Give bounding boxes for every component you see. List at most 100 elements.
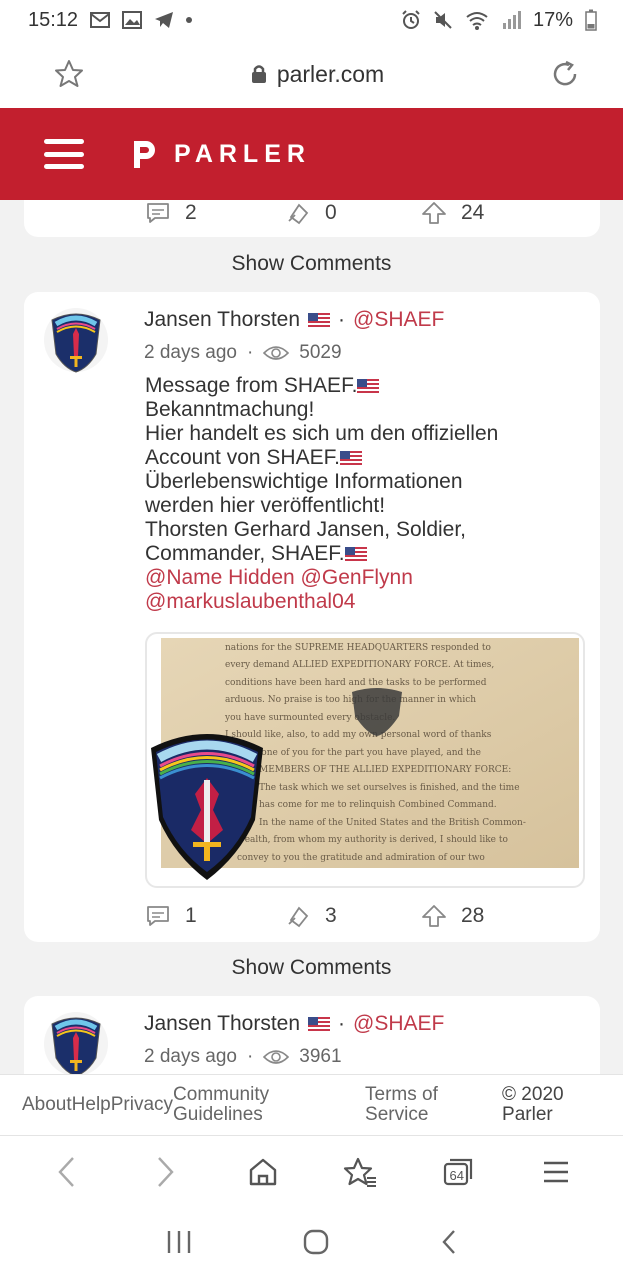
lock-icon: [251, 65, 266, 83]
footer-link-community-guidelines[interactable]: Community Guidelines: [173, 1085, 365, 1125]
home-icon: [249, 1158, 276, 1186]
image-text-line: In the name of the United States and the…: [259, 818, 526, 828]
back-chevron-icon: [441, 1229, 455, 1254]
wifi-icon: [466, 12, 488, 30]
brand-name: PARLER: [174, 139, 311, 168]
tabs-button[interactable]: 64: [432, 1146, 484, 1198]
browser-url-bar: parler.com: [0, 40, 623, 108]
menu-button[interactable]: [530, 1146, 582, 1198]
home-system-button[interactable]: [302, 1228, 330, 1261]
browser-toolbar: 64: [0, 1136, 623, 1208]
bookmark-star-icon[interactable]: [52, 57, 86, 91]
post-text-line: Hier handelt es sich um den offiziellen: [145, 422, 499, 445]
footer-link-text: Community: [173, 1084, 270, 1105]
image-text-line: every demand ALLIED EXPEDITIONARY FORCE.…: [225, 660, 494, 670]
upvote-button[interactable]: 24: [421, 201, 484, 225]
copyright-text: © 2020: [502, 1084, 564, 1105]
hamburger-menu-icon[interactable]: [44, 139, 84, 169]
post-body: Message from SHAEF. Bekanntmachung! Hier…: [145, 374, 585, 614]
post-card-partial: 2 0 24: [24, 200, 600, 237]
mention-link[interactable]: @markuslaubenthal04: [145, 590, 585, 614]
post-card: Jansen Thorsten · @SHAEF 2 days ago · 50…: [24, 292, 600, 942]
parler-p-icon: [134, 141, 155, 168]
comment-icon: [147, 203, 169, 223]
back-system-button[interactable]: [439, 1228, 459, 1261]
home-circle-icon: [303, 1229, 328, 1254]
us-flag-icon: [339, 451, 362, 466]
comment-button[interactable]: 1: [145, 904, 285, 928]
gmail-icon: [90, 12, 111, 28]
bookmarks-star-icon: [344, 1157, 377, 1187]
signal-icon: [502, 11, 521, 29]
back-button[interactable]: [41, 1146, 93, 1198]
footer-link-text: Terms of: [365, 1084, 438, 1105]
image-text-line: convey to you the gratitude and admirati…: [237, 853, 485, 863]
status-time: 15:12: [28, 8, 79, 31]
footer-link-terms[interactable]: Terms of Service: [365, 1085, 502, 1125]
upvote-count: 24: [461, 201, 485, 224]
post-image[interactable]: nations for the SUPREME HEADQUARTERS res…: [145, 632, 585, 888]
recent-apps-icon: [167, 1230, 190, 1253]
author-name[interactable]: Jansen Thorsten: [144, 1012, 300, 1036]
upvote-button[interactable]: 28: [421, 904, 484, 928]
separator-dot: ·: [338, 1012, 346, 1035]
image-text-line: arduous. No praise is too high for the m…: [225, 695, 476, 705]
eye-icon: [263, 346, 290, 360]
us-flag-icon: [308, 313, 331, 327]
us-flag-icon: [344, 547, 367, 562]
echo-icon: [288, 906, 309, 928]
footer-copyright: © 2020 Parler: [502, 1085, 564, 1125]
post-text-line: Bekanntmachung!: [145, 398, 315, 421]
site-footer: About Help Privacy Community Guidelines …: [0, 1074, 623, 1136]
image-text-line: to each one of you for the part you have…: [225, 748, 481, 758]
mute-icon: [434, 11, 452, 29]
alarm-icon: [402, 10, 420, 29]
tabs-count: 64: [449, 1168, 464, 1183]
eye-icon: [263, 1050, 290, 1064]
footer-link-text: Guidelines: [173, 1104, 263, 1125]
mention-links[interactable]: @Name Hidden @GenFlynn: [145, 566, 585, 590]
show-comments-button[interactable]: Show Comments: [0, 956, 623, 980]
footer-link-about[interactable]: About: [22, 1095, 72, 1115]
post-card: Jansen Thorsten · @SHAEF 2 days ago · 39…: [24, 996, 600, 1074]
forward-button[interactable]: [139, 1146, 191, 1198]
chevron-left-icon: [58, 1157, 74, 1187]
separator-dot: ·: [246, 1046, 254, 1067]
post-text-line: Thorsten Gerhard Jansen, Soldier,: [145, 518, 467, 541]
echo-button[interactable]: 3: [285, 904, 421, 928]
author-handle[interactable]: @SHAEF: [353, 308, 444, 332]
telegram-icon: [155, 12, 174, 28]
echo-button[interactable]: 0: [285, 201, 421, 225]
site-header: PARLER: [0, 108, 623, 200]
post-text-line: Commander, SHAEF.: [145, 542, 345, 565]
copyright-text: Parler: [502, 1104, 553, 1125]
parler-logo[interactable]: PARLER: [128, 139, 311, 169]
image-text-line: has come for me to relinquish Combined C…: [259, 800, 497, 810]
home-button[interactable]: [237, 1146, 289, 1198]
echo-icon: [288, 203, 309, 225]
feed: 2 0 24 Show Comments Jansen Thorsten · @…: [0, 200, 623, 1074]
post-text-line: werden hier veröffentlicht!: [145, 494, 386, 517]
author-name[interactable]: Jansen Thorsten: [144, 308, 300, 332]
comment-button[interactable]: 2: [145, 201, 285, 225]
recent-apps-button[interactable]: [165, 1229, 193, 1260]
view-count: 3961: [299, 1046, 342, 1067]
avatar[interactable]: [44, 1010, 108, 1074]
image-text-line: wealth, from whom my authority is derive…: [237, 835, 508, 845]
footer-link-privacy[interactable]: Privacy: [111, 1095, 173, 1115]
post-text-line: Account von SHAEF.: [145, 446, 340, 469]
footer-link-help[interactable]: Help: [72, 1095, 111, 1115]
bookmarks-button[interactable]: [334, 1146, 386, 1198]
us-flag-icon: [308, 1017, 331, 1031]
show-comments-button[interactable]: Show Comments: [0, 252, 623, 276]
separator-dot: ·: [246, 342, 254, 363]
avatar[interactable]: [44, 306, 108, 376]
post-time: 2 days ago: [144, 1046, 237, 1067]
gallery-icon: [122, 11, 143, 29]
url-field[interactable]: parler.com: [251, 61, 384, 88]
reload-icon[interactable]: [549, 57, 583, 91]
image-text-line: The task which we set ourselves is finis…: [259, 783, 520, 793]
dot-icon: [186, 17, 193, 23]
image-text-line: MEMBERS OF THE ALLIED EXPEDITIONARY FORC…: [259, 765, 511, 775]
author-handle[interactable]: @SHAEF: [353, 1012, 444, 1036]
